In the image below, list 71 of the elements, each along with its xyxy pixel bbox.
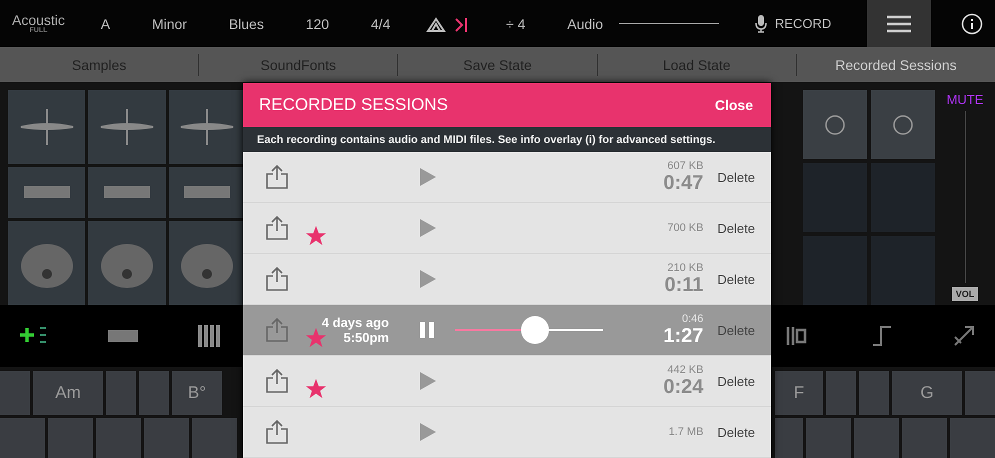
toolbar-setting[interactable]: A [94,12,116,36]
play-icon[interactable] [419,167,437,187]
play-icon[interactable] [419,269,437,289]
slider-thumb[interactable] [521,316,550,344]
duration: 0:24 [663,376,704,398]
delete-button[interactable]: Delete [717,374,755,388]
file-size: 700 KB [667,222,704,234]
session-row[interactable]: 1.7 MB Delete [243,407,771,458]
drum-pad[interactable] [168,220,246,305]
toolbar-setting[interactable]: 120 [300,12,336,36]
session-row[interactable]: 700 KB Delete [243,203,771,254]
pause-icon[interactable] [419,321,435,339]
app-logo[interactable]: Acoustic [12,13,65,27]
share-icon[interactable] [265,317,289,343]
file-size: 1.7 MB [668,426,704,438]
toolbar-setting[interactable]: Blues [222,12,270,36]
drum-pad[interactable] [168,167,246,218]
diagonal-arrow-icon[interactable] [953,325,975,347]
toolbar-setting[interactable]: Minor [146,12,193,36]
share-icon[interactable] [265,164,289,190]
microphone-icon [754,14,767,32]
mute-label[interactable]: MUTE [946,92,984,107]
volume-button[interactable]: VOL [952,287,978,301]
close-button[interactable]: Close [714,97,753,113]
playback-slider[interactable] [455,316,604,344]
toolbar-setting[interactable]: 4/4 [364,12,396,36]
circle-icon [824,114,846,136]
menu-button[interactable] [867,0,932,47]
info-icon[interactable] [960,12,983,34]
snare-icon [22,184,72,200]
star-icon[interactable] [305,327,327,349]
file-size: 0:46 [682,312,704,324]
audio-button[interactable]: Audio [561,12,610,36]
duration: 0:47 [663,172,704,194]
menu-icon [886,14,912,32]
record-button[interactable]: RECORD [748,10,838,36]
session-row[interactable]: 607 KB 0:47 Delete [243,152,771,203]
panel-note: Each recording contains audio and MIDI files. See info overlay (i) for advanced settings. [243,127,771,152]
delete-button[interactable]: Delete [717,170,755,184]
share-icon[interactable] [265,368,289,394]
toolbar-setting[interactable]: ÷ 4 [500,12,532,36]
delete-button[interactable]: Delete [717,424,755,440]
session-row[interactable]: 442 KB 0:24 Delete [243,356,771,407]
chord-key[interactable]: B° [172,371,222,415]
tab[interactable]: Recorded Sessions [796,54,995,76]
delete-button[interactable]: Delete [717,272,755,286]
file-size: 442 KB [667,364,704,376]
piano-keys-icon[interactable] [198,325,222,347]
play-icon[interactable] [419,371,437,391]
session-date: 4 days ago [322,315,389,330]
chord-key[interactable]: F [775,371,823,415]
star-icon[interactable] [305,225,327,247]
circle-icon [892,114,914,136]
delete-button[interactable]: Delete [717,220,755,236]
duration: 1:27 [663,324,704,348]
chord-key[interactable]: Am [33,371,103,415]
chord-key[interactable]: G [892,371,962,415]
snare-icon [102,184,152,200]
step-wave-icon[interactable] [871,325,893,347]
panel-title: RECORDED SESSIONS [259,95,448,115]
session-time: 5:50pm [343,330,389,345]
share-icon[interactable] [265,266,289,292]
play-icon[interactable] [419,422,437,442]
file-size: 210 KB [667,262,704,274]
play-icon[interactable] [419,218,437,238]
duration: 0:11 [664,274,704,296]
snare-icon [182,184,232,200]
share-icon[interactable] [265,419,289,445]
star-icon[interactable] [305,378,327,400]
file-size: 607 KB [667,160,704,172]
share-icon[interactable] [265,215,289,241]
